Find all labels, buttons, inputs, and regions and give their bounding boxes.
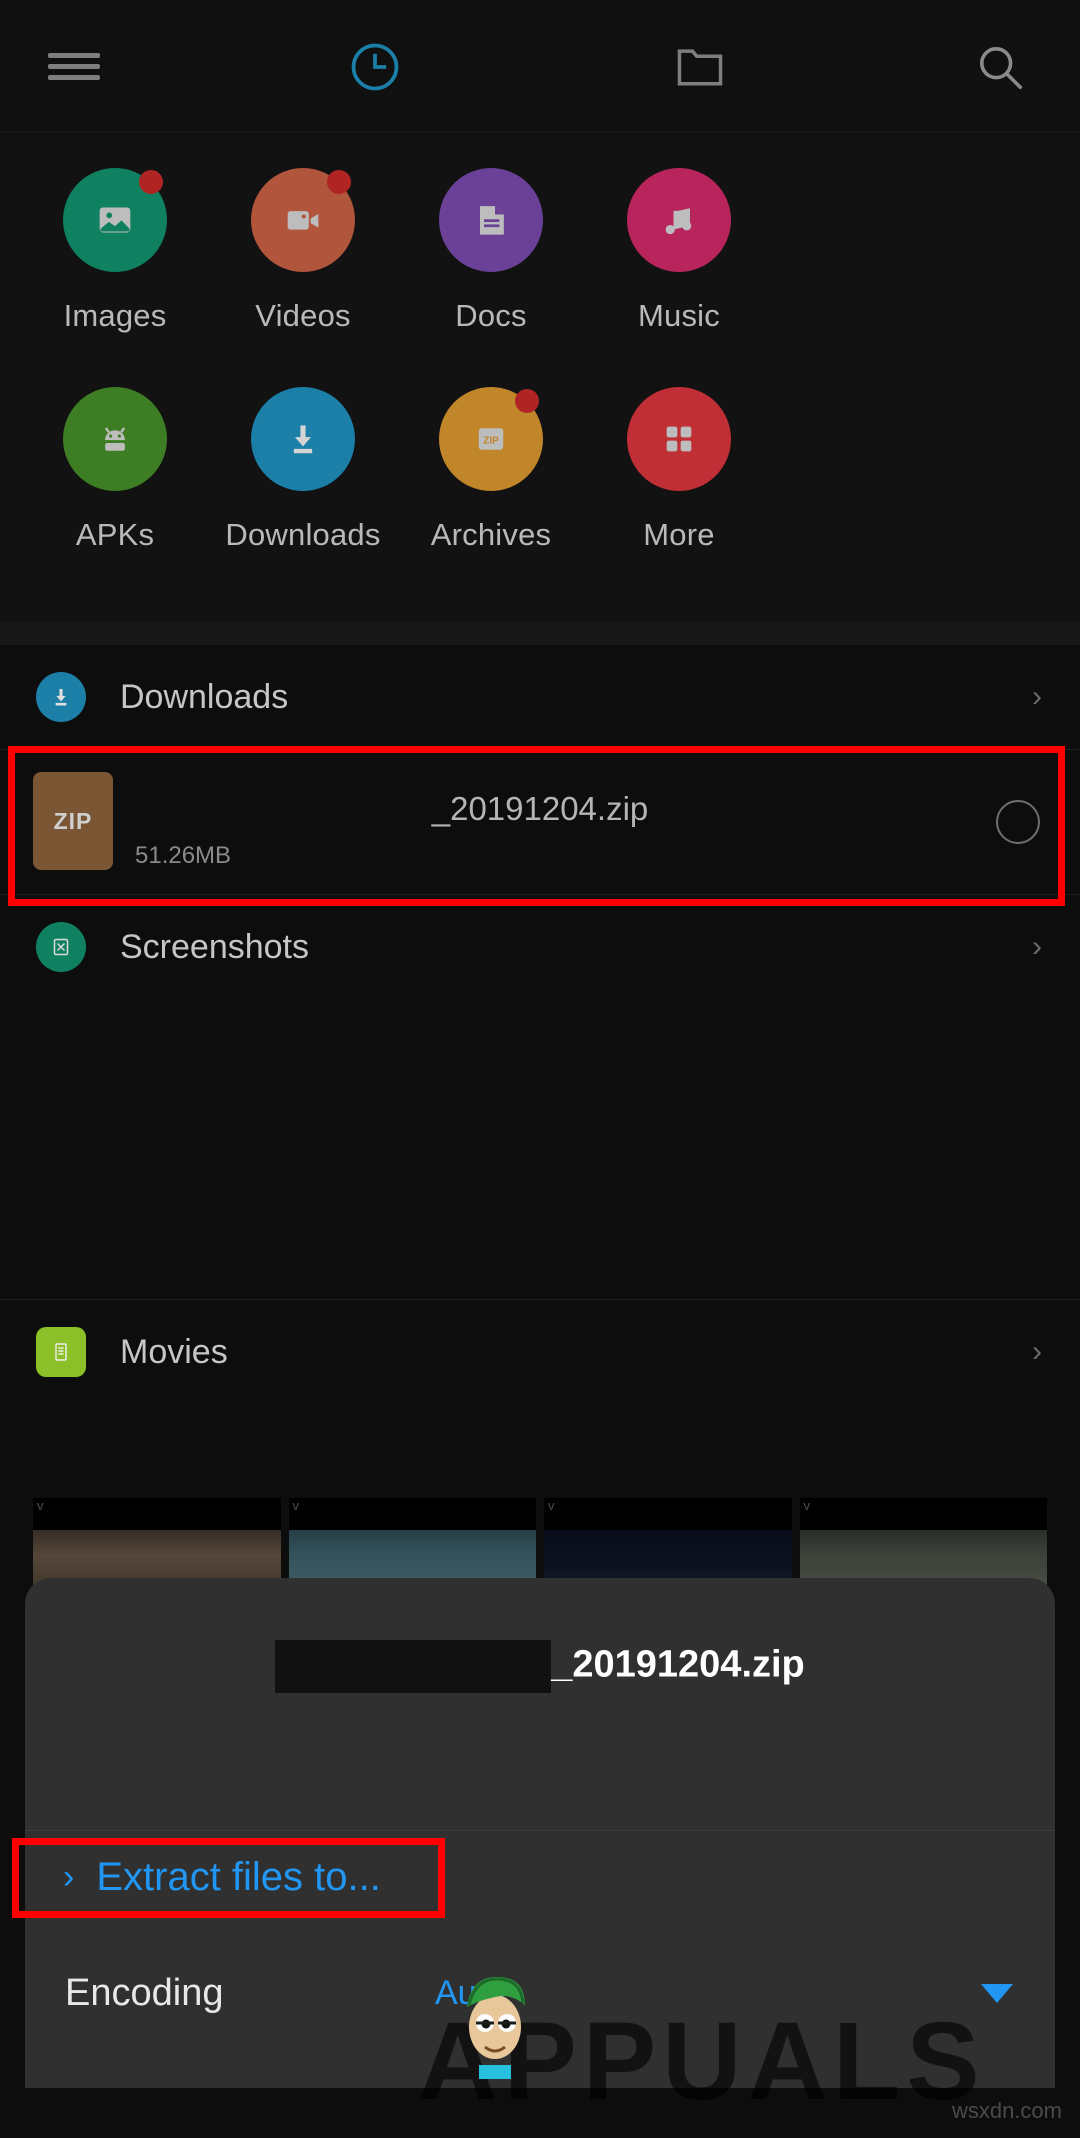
group-label: Movies [120, 1332, 228, 1371]
redaction-block [275, 1640, 552, 1693]
file-list-item[interactable]: ZIP _20191204.zip 51.26MB [0, 750, 1080, 894]
group-header-downloads[interactable]: Downloads › [0, 645, 1080, 749]
search-icon[interactable] [955, 0, 1045, 133]
extract-files-to-label: Extract files to... [96, 1854, 381, 1899]
group-header-movies[interactable]: Movies › [0, 1300, 1080, 1404]
file-name: _20191204.zip [431, 790, 649, 827]
category-label: Downloads [225, 517, 381, 552]
hamburger-line [48, 75, 100, 80]
caret-down-icon[interactable] [981, 1983, 1013, 2003]
encoding-option[interactable]: Encoding Auto [25, 1938, 1055, 2048]
grid-icon [627, 387, 731, 491]
archive-options-sheet: _20191204.zip › Extract files to... Enco… [25, 1578, 1055, 2088]
select-checkbox[interactable] [996, 800, 1040, 844]
chevron-right-icon[interactable]: › [1032, 1335, 1042, 1369]
chevron-right-icon[interactable]: › [1032, 930, 1042, 964]
thumbnail-caption: v [288, 1498, 536, 1530]
screenshot-icon [36, 922, 86, 972]
empty-area [0, 999, 1080, 1299]
folder-icon[interactable] [655, 0, 745, 133]
sheet-file-name: _20191204.zip [551, 1643, 805, 1686]
file-size: 51.26MB [135, 842, 232, 869]
file-list: Downloads › ZIP _20191204.zip 51.26MB Sc… [0, 645, 1080, 1404]
chevron-right-icon[interactable]: › [1032, 680, 1042, 714]
extract-files-to-option[interactable]: › Extract files to... [43, 1836, 1055, 1918]
group-header-screenshots[interactable]: Screenshots › [0, 895, 1080, 999]
category-label: Images [63, 298, 167, 333]
category-label: Videos [255, 298, 351, 333]
category-label: Docs [455, 298, 527, 333]
category-grid: Images Videos Docs Music APKs Downloads … [0, 134, 1080, 621]
group-label: Screenshots [120, 927, 309, 966]
badge-dot [515, 389, 539, 413]
category-label: Archives [430, 517, 552, 552]
music-note-icon [627, 168, 731, 272]
encoding-value[interactable]: Auto [435, 1974, 505, 2013]
section-divider [0, 621, 1080, 645]
badge-dot [139, 170, 163, 194]
sheet-file-title: _20191204.zip [25, 1640, 1055, 1693]
divider [25, 1830, 1055, 1831]
app-screen: Images Videos Docs Music APKs Downloads … [0, 0, 1080, 2138]
document-icon [439, 168, 543, 272]
category-label: APKs [75, 517, 155, 552]
category-music[interactable]: Music [554, 168, 804, 334]
thumbnail-caption: v [33, 1498, 281, 1530]
group-label: Downloads [120, 677, 289, 716]
category-label: More [643, 517, 715, 552]
android-icon [63, 387, 167, 491]
badge-dot [327, 170, 351, 194]
clock-icon[interactable] [330, 0, 420, 133]
zip-icon: ZIP [439, 387, 543, 491]
download-icon [251, 387, 355, 491]
category-label: Music [638, 298, 720, 333]
svg-text:ZIP: ZIP [483, 436, 499, 447]
thumbnail-caption: v [799, 1498, 1047, 1530]
chevron-right-icon: › [63, 1857, 75, 1896]
hamburger-line [48, 64, 100, 69]
watermark-site: wsxdn.com [951, 2098, 1062, 2123]
thumbnail-caption: v [544, 1498, 792, 1530]
category-more[interactable]: More [554, 387, 804, 553]
hamburger-line [48, 53, 100, 58]
encoding-label: Encoding [65, 1971, 224, 2014]
movie-list-icon [36, 1327, 86, 1377]
hamburger-menu-icon[interactable] [26, 0, 122, 133]
download-icon [36, 672, 86, 722]
image-icon [63, 168, 167, 272]
video-icon [251, 168, 355, 272]
top-app-bar [0, 0, 1080, 133]
